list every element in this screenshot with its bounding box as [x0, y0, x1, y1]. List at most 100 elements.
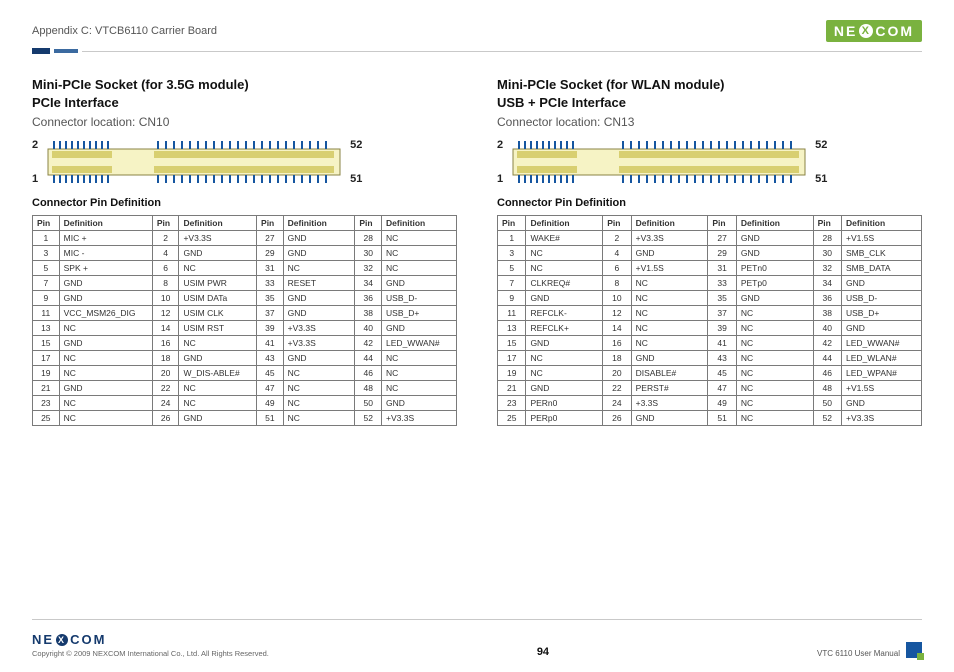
brand-x-icon: X [859, 24, 873, 38]
table-header: Definition [842, 216, 922, 231]
table-cell: 13 [498, 321, 526, 336]
table-row: 9GND10USIM DATa35GND36USB_D- [33, 291, 457, 306]
table-row: 13NC14USIM RST39+V3.3S40GND [33, 321, 457, 336]
table-cell: 32 [813, 261, 841, 276]
table-row: 11VCC_MSM26_DIG12USIM CLK37GND38USB_D+ [33, 306, 457, 321]
table-cell: WAKE# [526, 231, 603, 246]
table-cell: GND [59, 336, 152, 351]
table-header: Definition [526, 216, 603, 231]
table-cell: CLKREQ# [526, 276, 603, 291]
table-cell: NC [736, 411, 813, 426]
table-row: 1MIC +2+V3.3S27GND28NC [33, 231, 457, 246]
table-cell: 49 [708, 396, 736, 411]
table-cell: 41 [708, 336, 736, 351]
table-cell: USIM RST [179, 321, 257, 336]
table-cell: PERp0 [526, 411, 603, 426]
brand-x-icon: X [56, 634, 68, 646]
table-cell: 29 [257, 246, 284, 261]
table-cell: 51 [708, 411, 736, 426]
section-title-right: Mini-PCIe Socket (for WLAN module) USB +… [497, 76, 922, 111]
table-cell: 31 [257, 261, 284, 276]
table-cell: NC [736, 321, 813, 336]
table-cell: NC [736, 396, 813, 411]
table-header: Pin [257, 216, 284, 231]
table-cell: +V3.3S [382, 411, 457, 426]
table-cell: 48 [355, 381, 382, 396]
table-cell: 11 [33, 306, 60, 321]
table-row: 19NC20DISABLE#45NC46LED_WPAN# [498, 366, 922, 381]
table-cell: 45 [257, 366, 284, 381]
table-cell: DISABLE# [631, 366, 708, 381]
table-cell: NC [382, 261, 457, 276]
table-row: 23PERn024+3.3S49NC50GND [498, 396, 922, 411]
table-cell: 8 [603, 276, 631, 291]
table-cell: REFCLK- [526, 306, 603, 321]
table-row: 3NC4GND29GND30SMB_CLK [498, 246, 922, 261]
footer-block: NE X COM Copyright © 2009 NEXCOM Interna… [32, 619, 922, 658]
table-row: 25PERp026GND51NC52+V3.3S [498, 411, 922, 426]
table-cell: 9 [498, 291, 526, 306]
table-cell: NC [283, 411, 355, 426]
table-cell: GND [382, 276, 457, 291]
table-cell: 12 [152, 306, 179, 321]
table-cell: NC [179, 381, 257, 396]
table-cell: 10 [152, 291, 179, 306]
table-cell: GND [842, 276, 922, 291]
chip-icon [44, 139, 344, 185]
table-cell: GND [631, 351, 708, 366]
table-header: Pin [498, 216, 526, 231]
table-cell: NC [283, 261, 355, 276]
table-cell: 34 [813, 276, 841, 291]
table-cell: USB_D- [382, 291, 457, 306]
table-cell: 12 [603, 306, 631, 321]
table-cell: 43 [708, 351, 736, 366]
table-row: 5NC6+V1.5S31PETn032SMB_DATA [498, 261, 922, 276]
table-cell: 4 [603, 246, 631, 261]
table-cell: 47 [257, 381, 284, 396]
table-cell: GND [382, 321, 457, 336]
table-header: Definition [382, 216, 457, 231]
table-cell: 38 [355, 306, 382, 321]
table-cell: 15 [33, 336, 60, 351]
table-cell: +V1.5S [842, 231, 922, 246]
table-cell: GND [842, 396, 922, 411]
table-cell: LED_WWAN# [382, 336, 457, 351]
table-cell: 51 [257, 411, 284, 426]
table-header: Pin [813, 216, 841, 231]
pin-def-label-right: Connector Pin Definition [497, 197, 922, 209]
table-cell: +V1.5S [842, 381, 922, 396]
chip-icon [509, 139, 809, 185]
table-cell: NC [631, 336, 708, 351]
table-cell: USB_D- [842, 291, 922, 306]
table-cell: 39 [257, 321, 284, 336]
table-row: 3MIC -4GND29GND30NC [33, 246, 457, 261]
table-header: Definition [283, 216, 355, 231]
table-cell: LED_WLAN# [842, 351, 922, 366]
table-row: 21GND22PERST#47NC48+V1.5S [498, 381, 922, 396]
table-cell: 25 [33, 411, 60, 426]
table-cell: REFCLK+ [526, 321, 603, 336]
table-header: Definition [736, 216, 813, 231]
table-cell: NC [526, 261, 603, 276]
table-cell: GND [631, 246, 708, 261]
table-cell: 15 [498, 336, 526, 351]
table-cell: 42 [813, 336, 841, 351]
table-row: 7GND8USIM PWR33RESET34GND [33, 276, 457, 291]
footer: NE X COM Copyright © 2009 NEXCOM Interna… [32, 632, 922, 658]
table-cell: +V3.3S [179, 231, 257, 246]
table-cell: LED_WWAN# [842, 336, 922, 351]
table-cell: 29 [708, 246, 736, 261]
table-row: 5SPK +6NC31NC32NC [33, 261, 457, 276]
table-cell: NC [382, 366, 457, 381]
table-cell: GND [526, 291, 603, 306]
table-cell: 52 [355, 411, 382, 426]
embed-icon [906, 642, 922, 658]
table-cell: 39 [708, 321, 736, 336]
table-cell: USIM CLK [179, 306, 257, 321]
table-cell: GND [526, 381, 603, 396]
table-cell: 34 [355, 276, 382, 291]
table-cell: NC [736, 366, 813, 381]
table-cell: 52 [813, 411, 841, 426]
table-cell: NC [736, 351, 813, 366]
brand-text-left: NE [32, 632, 54, 647]
